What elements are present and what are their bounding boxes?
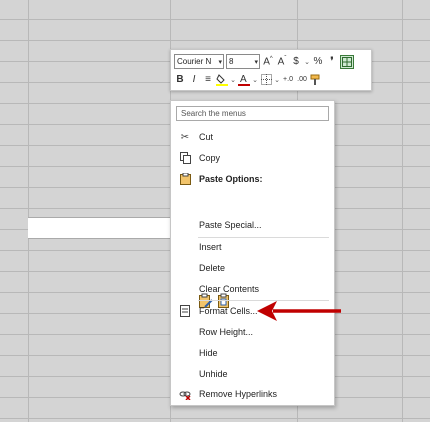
percent-icon: % bbox=[313, 56, 323, 67]
increase-decimal-icon: +.0 bbox=[283, 76, 293, 83]
accounting-format-dropdown[interactable]: ⌄ bbox=[304, 54, 310, 69]
column-divider bbox=[402, 0, 403, 422]
menu-item-label: Delete bbox=[199, 263, 226, 273]
chevron-down-icon: ⌄ bbox=[230, 76, 236, 84]
chevron-down-icon: ⌄ bbox=[274, 76, 280, 84]
font-name-value: Courier N bbox=[177, 57, 212, 66]
comma-style-button[interactable]: ❜ bbox=[326, 54, 338, 69]
context-menu: Search the menus ✂ Cut Copy Paste Option… bbox=[170, 100, 335, 406]
fill-color-button[interactable] bbox=[216, 72, 228, 87]
bold-icon: B bbox=[176, 74, 184, 85]
format-painter-button[interactable] bbox=[310, 72, 322, 87]
menu-item-label: Copy bbox=[199, 153, 221, 163]
decrease-decimal-button[interactable]: .00 bbox=[296, 72, 308, 87]
menu-item-label: Remove Hyperlinks bbox=[199, 389, 278, 399]
decrease-font-size-button[interactable]: Aˇ bbox=[276, 54, 288, 69]
chevron-down-icon: ⌄ bbox=[304, 58, 310, 66]
menu-item-label: Insert bbox=[199, 242, 222, 252]
menu-item-clear-contents[interactable]: Clear Contents bbox=[171, 279, 334, 299]
menu-item-remove-hyperlinks[interactable]: Remove Hyperlinks bbox=[171, 384, 334, 404]
selected-cell[interactable] bbox=[28, 217, 170, 239]
copy-icon bbox=[179, 152, 191, 164]
menu-item-cut[interactable]: ✂ Cut bbox=[171, 127, 334, 147]
borders-format-button[interactable] bbox=[340, 54, 354, 69]
scissors-icon: ✂ bbox=[180, 131, 190, 143]
paint-bucket-icon bbox=[216, 74, 228, 86]
menu-item-delete[interactable]: Delete bbox=[171, 258, 334, 278]
format-cells-icon bbox=[179, 305, 191, 317]
menu-item-paste-special[interactable]: Paste Special... bbox=[171, 215, 334, 235]
font-name-combo[interactable]: Courier N ▾ bbox=[174, 54, 224, 69]
menu-item-copy[interactable]: Copy bbox=[171, 148, 334, 168]
chevron-down-icon: ▾ bbox=[218, 59, 222, 66]
align-center-icon: ≡ bbox=[205, 74, 211, 85]
font-size-value: 8 bbox=[229, 57, 234, 66]
menu-item-hide[interactable]: Hide bbox=[171, 343, 334, 363]
font-size-combo[interactable]: 8 ▾ bbox=[226, 54, 260, 69]
remove-hyperlink-icon bbox=[179, 388, 191, 400]
accounting-format-button[interactable]: $ bbox=[290, 54, 302, 69]
svg-text:A: A bbox=[240, 74, 247, 85]
font-color-icon: A bbox=[238, 74, 250, 86]
menu-item-insert[interactable]: Insert bbox=[171, 237, 334, 257]
menu-item-unhide[interactable]: Unhide bbox=[171, 364, 334, 384]
menu-item-label: Paste Options: bbox=[199, 174, 263, 184]
borders-button[interactable] bbox=[260, 72, 272, 87]
bold-button[interactable]: B bbox=[174, 72, 186, 87]
align-center-button[interactable]: ≡ bbox=[202, 72, 214, 87]
decrease-font-size-icon: Aˇ bbox=[277, 55, 287, 68]
mini-toolbar: Courier N ▾ 8 ▾ A^ Aˇ $ ⌄ % ❜ B I ≡ ⌄ A … bbox=[170, 49, 372, 91]
menu-item-label: Row Height... bbox=[199, 327, 254, 337]
fill-color-dropdown[interactable]: ⌄ bbox=[230, 72, 236, 87]
column-divider bbox=[28, 0, 29, 422]
menu-item-paste-options: Paste Options: bbox=[171, 169, 334, 189]
menu-item-row-height[interactable]: Row Height... bbox=[171, 322, 334, 342]
menu-item-label: Paste Special... bbox=[199, 220, 262, 230]
borders-icon bbox=[260, 74, 272, 85]
font-color-button[interactable]: A bbox=[238, 72, 250, 87]
clipboard-icon bbox=[179, 173, 191, 185]
chevron-down-icon: ⌄ bbox=[252, 76, 258, 84]
menu-item-label: Cut bbox=[199, 132, 214, 142]
decrease-decimal-icon: .00 bbox=[297, 76, 307, 83]
font-color-dropdown[interactable]: ⌄ bbox=[252, 72, 258, 87]
dollar-icon: $ bbox=[293, 56, 299, 67]
italic-icon: I bbox=[192, 74, 196, 85]
italic-button[interactable]: I bbox=[188, 72, 200, 87]
percent-style-button[interactable]: % bbox=[312, 54, 324, 69]
search-menus-input[interactable]: Search the menus bbox=[176, 106, 329, 121]
menu-item-label: Hide bbox=[199, 348, 218, 358]
paintbrush-icon bbox=[310, 74, 320, 85]
menu-item-label: Clear Contents bbox=[199, 284, 260, 294]
increase-font-size-icon: A^ bbox=[263, 55, 273, 68]
increase-decimal-button[interactable]: +.0 bbox=[282, 72, 294, 87]
comma-icon: ❜ bbox=[330, 56, 334, 67]
table-format-icon bbox=[342, 56, 352, 67]
borders-dropdown[interactable]: ⌄ bbox=[274, 72, 280, 87]
increase-font-size-button[interactable]: A^ bbox=[262, 54, 274, 69]
menu-item-label: Unhide bbox=[199, 369, 228, 379]
menu-item-label: Format Cells... bbox=[199, 306, 258, 316]
chevron-down-icon: ▾ bbox=[254, 59, 258, 66]
annotation-arrow-icon bbox=[257, 301, 341, 321]
